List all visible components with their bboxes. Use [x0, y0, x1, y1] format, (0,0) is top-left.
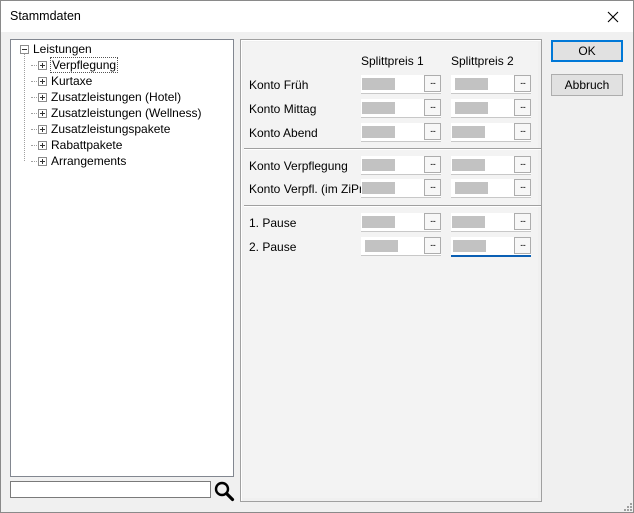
- expand-icon[interactable]: [38, 108, 47, 118]
- browse-button[interactable]: ...: [514, 123, 531, 140]
- close-button[interactable]: [593, 1, 633, 32]
- cancel-button[interactable]: Abbruch: [551, 74, 623, 96]
- browse-button[interactable]: ...: [514, 213, 531, 230]
- browse-button[interactable]: ...: [514, 179, 531, 196]
- tree-connector: [24, 53, 25, 161]
- konto-mittag-splittpreis-2-field[interactable]: ...: [451, 99, 531, 118]
- window-title: Stammdaten: [10, 9, 81, 23]
- browse-button[interactable]: ...: [424, 123, 441, 140]
- tree-item-zusatzleistungen-wellness[interactable]: Zusatzleistungen (Wellness): [38, 105, 203, 121]
- browse-button[interactable]: ...: [424, 75, 441, 92]
- konto-verpflegung-splittpreis-1-field[interactable]: ...: [361, 156, 441, 175]
- tree-item-label: Zusatzleistungen (Wellness): [51, 106, 202, 120]
- search-input[interactable]: [10, 481, 211, 498]
- row-label-pause-2: 2. Pause: [249, 240, 297, 254]
- pause-1-splittpreis-2-field[interactable]: ...: [451, 213, 531, 232]
- konto-verpfl-zipr-splittpreis-2-field[interactable]: ...: [451, 179, 531, 198]
- field-value: [362, 102, 395, 114]
- magnifier-icon: [214, 481, 235, 502]
- browse-button[interactable]: ...: [514, 237, 531, 254]
- row-label-pause-1: 1. Pause: [249, 216, 297, 230]
- konto-verpfl-zipr-splittpreis-1-field[interactable]: ...: [361, 179, 441, 198]
- expand-icon[interactable]: [38, 140, 47, 150]
- group-divider: [244, 205, 541, 207]
- tree-item-verpflegung[interactable]: Verpflegung: [38, 57, 119, 73]
- collapse-icon[interactable]: [20, 44, 29, 54]
- tree-item-label: Zusatzleistungspakete: [51, 122, 171, 136]
- browse-button[interactable]: ...: [424, 156, 441, 173]
- row-label-konto-verpflegung: Konto Verpflegung: [249, 159, 348, 173]
- konto-abend-splittpreis-2-field[interactable]: ...: [451, 123, 531, 142]
- field-value: [362, 78, 395, 90]
- tree-item-zusatzleistungspakete[interactable]: Zusatzleistungspakete: [38, 121, 171, 137]
- browse-button[interactable]: ...: [514, 99, 531, 116]
- konto-mittag-splittpreis-1-field[interactable]: ...: [361, 99, 441, 118]
- field-value: [362, 182, 395, 194]
- resize-grip-icon[interactable]: [622, 501, 632, 511]
- tree-item-label: Kurtaxe: [51, 74, 93, 88]
- field-value: [452, 216, 485, 228]
- browse-button[interactable]: ...: [514, 75, 531, 92]
- column-header-splittpreis-2: Splittpreis 2: [451, 54, 514, 68]
- ok-button[interactable]: OK: [551, 40, 623, 62]
- close-icon: [607, 11, 619, 22]
- tree-item-label: Verpflegung: [50, 57, 119, 73]
- field-value: [362, 216, 395, 228]
- browse-button[interactable]: ...: [424, 99, 441, 116]
- field-value: [453, 240, 486, 252]
- expand-icon[interactable]: [38, 156, 47, 166]
- tree-item-leistungen[interactable]: Leistungen: [20, 41, 93, 57]
- konto-frueh-splittpreis-2-field[interactable]: ...: [451, 75, 531, 94]
- pause-1-splittpreis-1-field[interactable]: ...: [361, 213, 441, 232]
- tree-item-rabattpakete[interactable]: Rabattpakete: [38, 137, 123, 153]
- title-bar: Stammdaten: [1, 1, 633, 32]
- expand-icon[interactable]: [38, 76, 47, 86]
- row-label-konto-mittag: Konto Mittag: [249, 102, 317, 116]
- tree-item-zusatzleistungen-hotel[interactable]: Zusatzleistungen (Hotel): [38, 89, 182, 105]
- browse-button[interactable]: ...: [424, 237, 441, 254]
- tree-item-kurtaxe[interactable]: Kurtaxe: [38, 73, 93, 89]
- field-value: [455, 182, 488, 194]
- tree-item-label: Rabattpakete: [51, 138, 123, 152]
- row-label-konto-verpfl-zipr: Konto Verpfl. (im ZiPr): [249, 182, 368, 196]
- field-value: [452, 126, 485, 138]
- browse-button[interactable]: ...: [424, 213, 441, 230]
- field-value: [455, 78, 488, 90]
- row-label-konto-abend: Konto Abend: [249, 126, 318, 140]
- konto-frueh-splittpreis-1-field[interactable]: ...: [361, 75, 441, 94]
- pause-2-splittpreis-1-field[interactable]: ...: [361, 237, 441, 256]
- row-label-konto-frueh: Konto Früh: [249, 78, 309, 92]
- field-value: [455, 102, 488, 114]
- expand-icon[interactable]: [38, 92, 47, 102]
- field-value: [362, 126, 395, 138]
- expand-icon[interactable]: [38, 60, 47, 70]
- expand-icon[interactable]: [38, 124, 47, 134]
- category-tree[interactable]: Leistungen Verpflegung Kurtaxe Zusatzlei…: [10, 39, 234, 477]
- field-value: [452, 159, 485, 171]
- konto-abend-splittpreis-1-field[interactable]: ...: [361, 123, 441, 142]
- browse-button[interactable]: ...: [424, 179, 441, 196]
- search-button[interactable]: [213, 480, 235, 502]
- field-value: [362, 159, 395, 171]
- konto-verpflegung-splittpreis-2-field[interactable]: ...: [451, 156, 531, 175]
- tree-item-label: Arrangements: [51, 154, 127, 168]
- browse-button[interactable]: ...: [514, 156, 531, 173]
- column-header-splittpreis-1: Splittpreis 1: [361, 54, 424, 68]
- tree-item-label: Zusatzleistungen (Hotel): [51, 90, 182, 104]
- field-value: [365, 240, 398, 252]
- pause-2-splittpreis-2-field[interactable]: ...: [451, 237, 531, 257]
- tree-item-label: Leistungen: [33, 42, 92, 56]
- tree-item-arrangements[interactable]: Arrangements: [38, 153, 127, 169]
- group-divider: [244, 148, 541, 150]
